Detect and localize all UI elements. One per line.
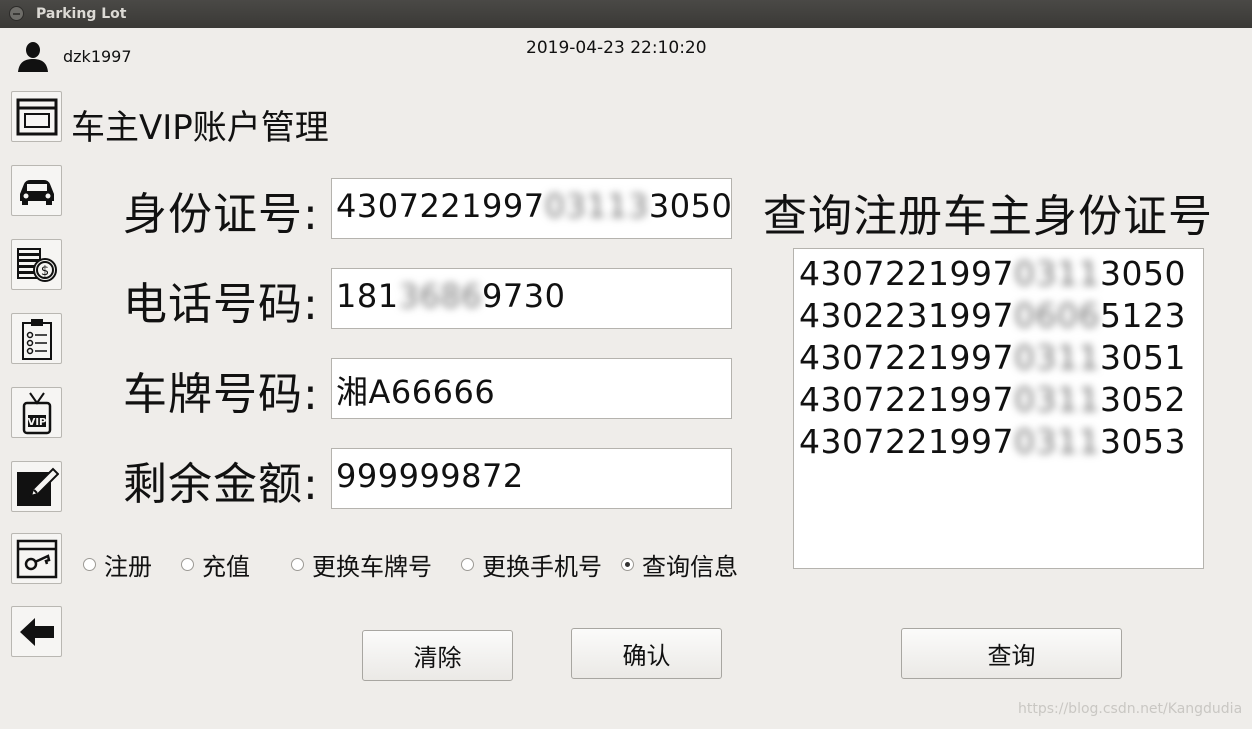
phone-masked: 3686 (398, 277, 483, 315)
window-close-button[interactable] (9, 6, 24, 21)
list-item[interactable]: 430722199703113050 (799, 253, 1203, 295)
radio-recharge-label: 充值 (202, 552, 250, 581)
title-bar: Parking Lot (0, 0, 1252, 28)
balance-label: 剩余金额: (123, 459, 319, 510)
clear-button[interactable]: 清除 (362, 630, 513, 681)
balance-value: 999999872 (336, 457, 524, 495)
radio-query-info[interactable]: 查询信息 (621, 549, 738, 581)
edit-icon (16, 467, 59, 506)
radio-change-plate-dot[interactable] (291, 557, 304, 571)
radio-recharge-dot[interactable] (181, 557, 194, 571)
list-item[interactable]: 430722199703113051 (799, 337, 1203, 379)
clipboard-icon (21, 318, 52, 360)
id-number-value-prefix: 4307221997 (336, 187, 545, 225)
id-number-masked: 03113 (544, 187, 649, 225)
plate-label: 车牌号码: (123, 369, 319, 420)
svg-text:VIP: VIP (27, 417, 46, 428)
radio-change-phone[interactable]: 更换手机号 (461, 549, 602, 581)
back-arrow-icon (19, 617, 54, 646)
phone-value-suffix: 9730 (482, 277, 566, 315)
query-title: 查询注册车主身份证号 (763, 191, 1213, 242)
radio-register-dot[interactable] (83, 557, 96, 571)
list-item[interactable]: 430223199706065123 (799, 295, 1203, 337)
sidebar-item-window[interactable] (11, 91, 62, 142)
radio-change-phone-dot[interactable] (461, 557, 474, 571)
svg-text:$: $ (40, 264, 48, 279)
radio-change-phone-label: 更换手机号 (482, 552, 602, 581)
radio-change-plate-label: 更换车牌号 (312, 552, 432, 581)
balance-input[interactable]: 999999872 (331, 448, 732, 509)
result-list[interactable]: 430722199703113050 430223199706065123 43… (793, 248, 1204, 569)
radio-change-plate[interactable]: 更换车牌号 (291, 549, 432, 581)
radio-query-info-dot[interactable] (621, 557, 634, 571)
window-icon (16, 98, 57, 135)
user-icon (18, 42, 48, 72)
sidebar-item-back[interactable] (11, 606, 62, 657)
datetime-label: 2019-04-23 22:10:20 (526, 38, 707, 58)
sidebar-item-edit[interactable] (11, 461, 62, 512)
confirm-button[interactable]: 确认 (571, 628, 722, 679)
coins-icon: $ (16, 247, 57, 282)
username-label: dzk1997 (63, 47, 132, 66)
sidebar-item-car[interactable] (11, 165, 62, 216)
car-icon (19, 179, 54, 205)
plate-input[interactable]: 湘A66666 (331, 358, 732, 419)
phone-label: 电话号码: (123, 279, 319, 330)
phone-input[interactable]: 18136869730 (331, 268, 732, 329)
sidebar-item-key[interactable] (11, 533, 62, 584)
id-number-label: 身份证号: (123, 189, 319, 240)
radio-register-label: 注册 (104, 552, 152, 581)
vip-badge-icon: VIP (22, 391, 51, 434)
key-window-icon (16, 539, 57, 578)
sidebar-item-clipboard[interactable] (11, 313, 62, 364)
id-number-input[interactable]: 4307221997031133050 (331, 178, 732, 239)
sidebar-item-vip[interactable]: VIP (11, 387, 62, 438)
phone-value-prefix: 181 (336, 277, 399, 315)
radio-query-info-label: 查询信息 (642, 552, 738, 581)
watermark: https://blog.csdn.net/Kangdudia (1018, 701, 1243, 717)
window-title: Parking Lot (36, 6, 127, 22)
radio-recharge[interactable]: 充值 (181, 549, 250, 581)
sidebar-item-coins[interactable]: $ (11, 239, 62, 290)
list-item[interactable]: 430722199703113053 (799, 421, 1203, 463)
query-button[interactable]: 查询 (901, 628, 1122, 679)
plate-value: 湘A66666 (336, 373, 496, 411)
id-number-value-suffix: 3050 (648, 187, 732, 225)
list-item[interactable]: 430722199703113052 (799, 379, 1203, 421)
radio-register[interactable]: 注册 (83, 549, 152, 581)
page-title: 车主VIP账户管理 (71, 108, 329, 148)
